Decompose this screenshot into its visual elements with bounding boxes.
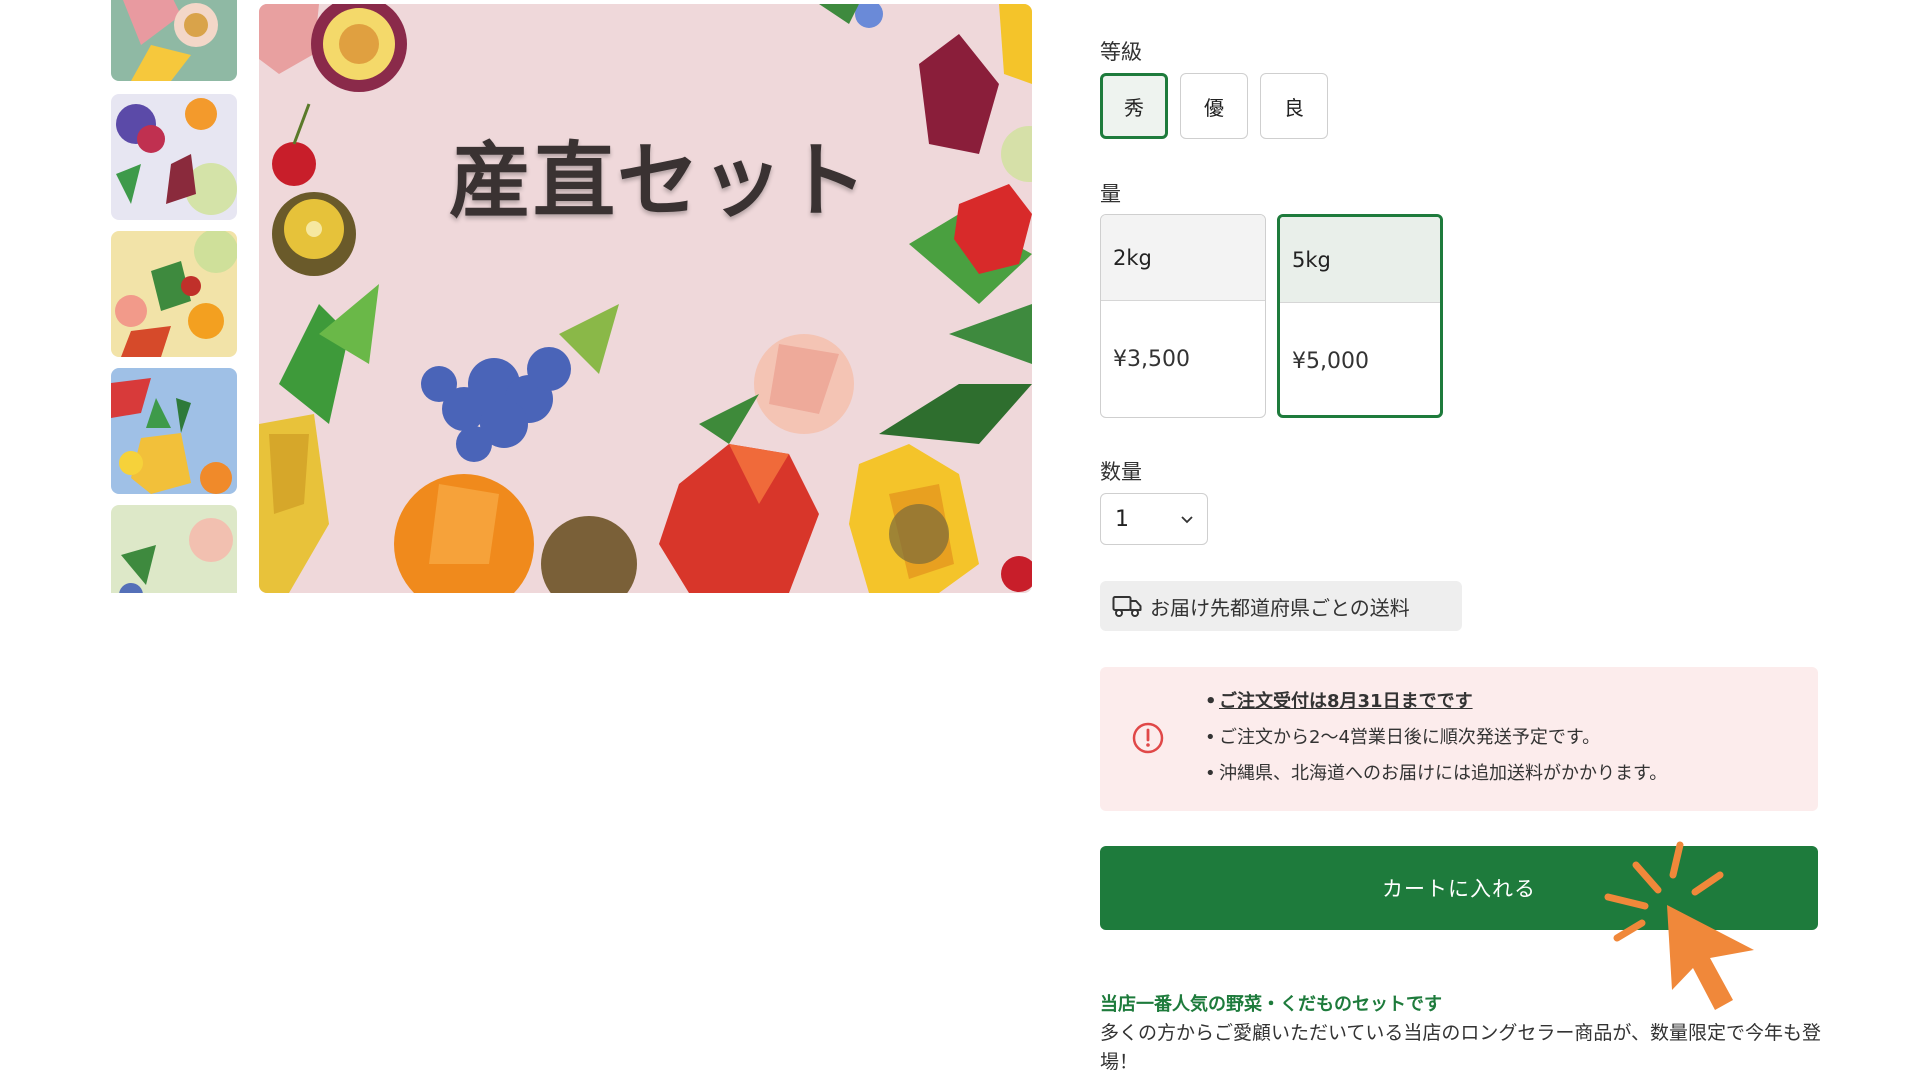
main-image-title: 産直セット [449,134,870,229]
size-option-name: 5kg [1280,217,1440,303]
notice-item-extra-fee: 沖縄県、北海道へのお届けには追加送料がかかります。 [1205,761,1667,787]
thumbnail-3[interactable] [111,231,237,357]
shipping-label: お届け先都道府県ごとの送料 [1150,595,1410,620]
thumbnail-4-image [111,368,237,494]
chevron-down-icon [1181,516,1193,524]
notice-item-deadline[interactable]: ご注文受付は8月31日までです [1205,689,1667,715]
grade-option-yu[interactable]: 優 [1180,73,1248,139]
fruit-illustration [259,4,1032,593]
thumbnail-1-image [111,0,237,81]
size-option-2kg[interactable]: 2kg ¥3,500 [1100,214,1266,418]
order-notice: ご注文受付は8月31日までです ご注文から2〜4営業日後に順次発送予定です。 沖… [1100,667,1818,811]
truck-icon [1112,596,1142,617]
quantity-value: 1 [1115,506,1129,532]
amount-label: 量 [1100,182,1121,206]
product-main-image: 産直セット [259,4,1032,593]
notice-item-shipping-schedule: ご注文から2〜4営業日後に順次発送予定です。 [1205,725,1667,751]
add-to-cart-button[interactable]: カートに入れる [1100,846,1818,930]
size-option-price: ¥3,500 [1113,346,1190,372]
thumbnail-2[interactable] [111,94,237,220]
thumbnail-2-image [111,94,237,220]
size-option-name: 2kg [1101,215,1265,301]
grade-option-shu[interactable]: 秀 [1100,73,1168,139]
notice-list: ご注文受付は8月31日までです ご注文から2〜4営業日後に順次発送予定です。 沖… [1205,689,1667,797]
thumbnail-1[interactable] [111,0,237,81]
thumbnail-5[interactable] [111,505,237,593]
grade-label: 等級 [1100,40,1142,64]
grade-option-ryo[interactable]: 良 [1260,73,1328,139]
size-option-5kg[interactable]: 5kg ¥5,000 [1277,214,1443,418]
description-body: 多くの方からご愛顧いただいている当店のロングセラー商品が、数量限定で今年も登場！ [1100,1022,1822,1073]
quantity-label: 数量 [1100,460,1142,484]
alert-circle-icon [1132,722,1164,754]
size-option-price: ¥5,000 [1292,348,1369,374]
description-title: 当店一番人気の野菜・くだものセットです [1100,994,1442,1015]
quantity-select[interactable]: 1 [1100,493,1208,545]
shipping-cost-link[interactable]: お届け先都道府県ごとの送料 [1100,581,1462,631]
thumbnail-3-image [111,231,237,357]
thumbnail-list [111,0,237,593]
thumbnail-5-image [111,505,237,593]
thumbnail-4[interactable] [111,368,237,494]
